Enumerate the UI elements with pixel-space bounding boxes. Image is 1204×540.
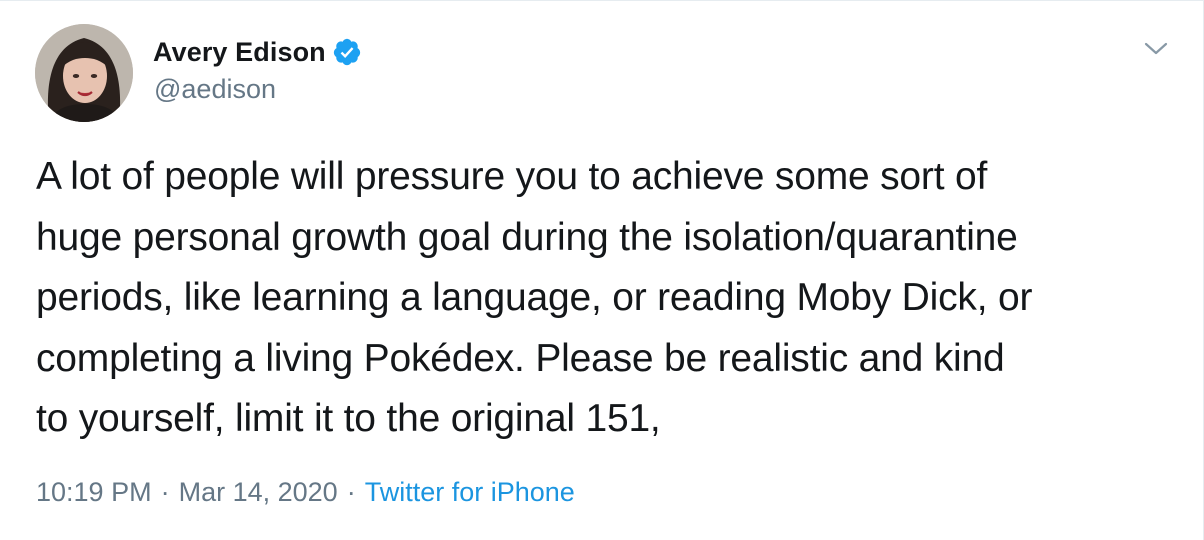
avatar[interactable] (35, 24, 133, 122)
tweet-source-link[interactable]: Twitter for iPhone (365, 477, 575, 508)
tweet-metadata: 10:19 PM · Mar 14, 2020 · Twitter for iP… (36, 477, 575, 508)
tweet-timestamp[interactable]: 10:19 PM (36, 477, 152, 508)
meta-separator: · (160, 477, 170, 507)
author-display-name[interactable]: Avery Edison (153, 37, 326, 68)
verified-badge-icon (332, 37, 362, 67)
tweet-text: A lot of people will pressure you to ach… (36, 155, 1033, 440)
author-name-row[interactable]: Avery Edison (153, 34, 362, 70)
chevron-down-icon[interactable] (1141, 33, 1171, 63)
tweet-card: Avery Edison @aedison A lot of people wi… (0, 0, 1204, 540)
avatar-image (35, 24, 133, 122)
tweet-date[interactable]: Mar 14, 2020 (179, 477, 338, 508)
author-handle[interactable]: @aedison (154, 74, 276, 105)
meta-separator: · (346, 477, 356, 507)
